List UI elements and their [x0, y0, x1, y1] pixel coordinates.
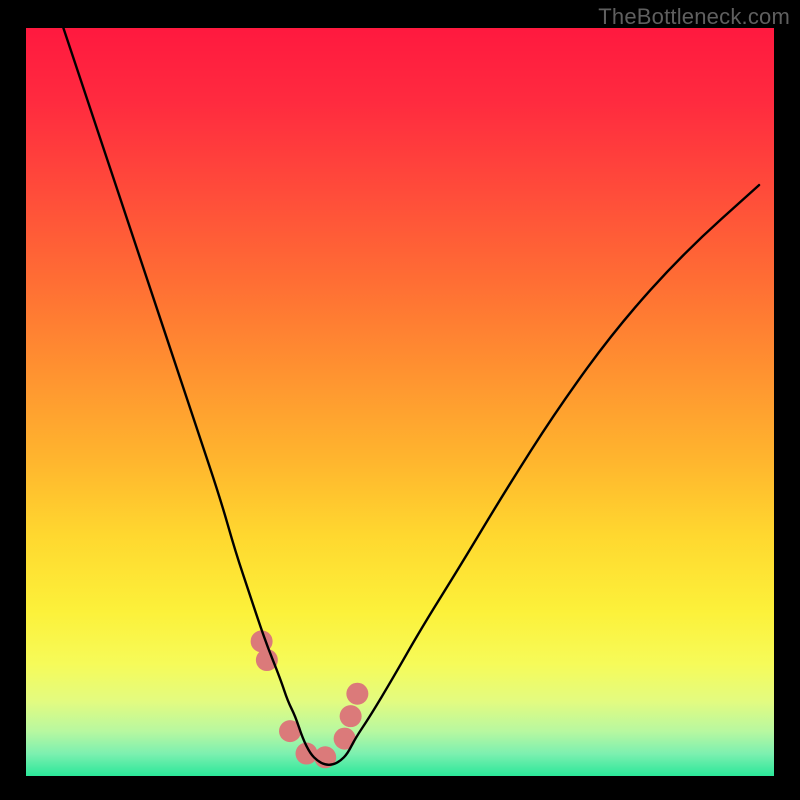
marker-point: [340, 705, 362, 727]
marker-point: [256, 649, 278, 671]
plot-area: [26, 28, 774, 776]
chart-frame: TheBottleneck.com: [0, 0, 800, 800]
watermark-text: TheBottleneck.com: [598, 4, 790, 30]
bottleneck-chart: [26, 28, 774, 776]
marker-point: [346, 683, 368, 705]
